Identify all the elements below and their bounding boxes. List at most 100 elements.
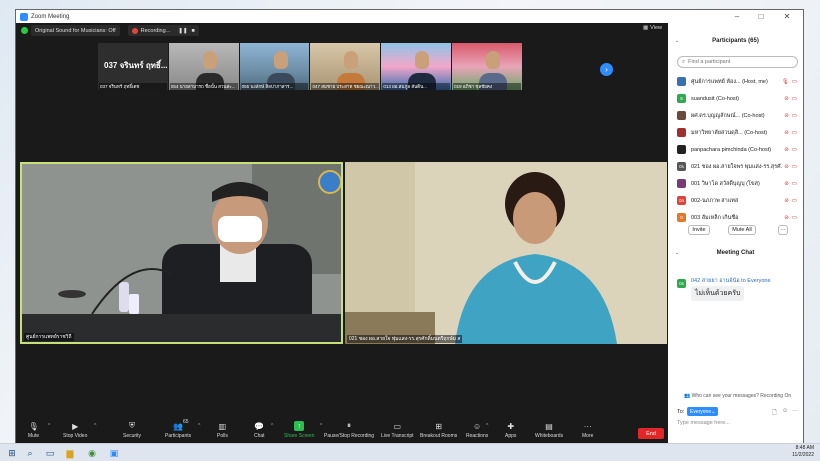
- pause-recording-icon[interactable]: ❚❚: [178, 28, 187, 34]
- participant-status-icons: ⊘ ▭: [784, 147, 797, 153]
- emoji-icon[interactable]: ☺: [782, 408, 788, 414]
- participant-row[interactable]: ผศ.ดร.บุญญลักษณ์... (Co-host) ⊘ ▭: [677, 107, 797, 124]
- mic-muted-icon: ⊘: [784, 112, 789, 119]
- participant-avatar: [677, 128, 686, 137]
- mute-all-button[interactable]: Mute All: [728, 225, 756, 235]
- camera-icon: ▭: [791, 112, 797, 119]
- participant-avatar: [677, 111, 686, 120]
- participants-icon: 👥: [173, 421, 184, 431]
- participant-avatar: S: [677, 94, 686, 103]
- apps-button[interactable]: ✚ Apps: [505, 421, 517, 440]
- file-icon[interactable]: 🗋: [772, 408, 777, 418]
- speaker-scene: [22, 164, 341, 342]
- participant-row[interactable]: 0n 002-นภภาพ สาแทส ⊘ ▭: [677, 192, 797, 209]
- chat-more-icon[interactable]: ···: [792, 408, 798, 414]
- thumbnail-video[interactable]: 037 จรินทร์ ฤทธิ์... 037 จรินทร์ ฤทธิ์เด…: [98, 43, 168, 90]
- zoom-taskbar-icon[interactable]: ▣: [108, 447, 120, 459]
- thumbnail-video[interactable]: 019 อภิชา ชุลชัยคง: [452, 43, 522, 90]
- chat-options-caret-icon[interactable]: ^: [271, 423, 273, 429]
- system-clock[interactable]: 8:48 AM 11/2/2022: [792, 445, 814, 459]
- polls-button[interactable]: ▥ Polls: [217, 421, 228, 440]
- thumbnail-name-label: 013 ผอ.สมภูล สันติน...: [382, 83, 451, 90]
- thumbnail-video[interactable]: 013 ผอ.สมภูล สันติน...: [381, 43, 452, 90]
- chat-message-input[interactable]: Type message here...: [677, 420, 730, 426]
- stop-video-button[interactable]: ▶ Stop Video: [63, 421, 88, 440]
- camera-icon: ▭: [791, 78, 797, 85]
- pause-stop-recording-button[interactable]: ⏸ Pause/Stop Recording: [324, 421, 374, 439]
- whiteboards-button[interactable]: ▤ Whiteboards: [535, 421, 563, 440]
- security-shield-icon[interactable]: [21, 27, 28, 34]
- reactions-options-caret-icon[interactable]: ^: [486, 423, 488, 429]
- zoom-logo-icon: [20, 12, 28, 21]
- participant-row[interactable]: Ssuandusit (Co-host) ⊘ ▭: [677, 90, 797, 107]
- video-options-caret-icon[interactable]: ^: [94, 423, 96, 429]
- chat-panel-title: Meeting Chat: [716, 250, 755, 256]
- participant-tile[interactable]: 021 ชอง ผอ.สายใจ พุ่มแสง-รร.สุรศักดิ์มนต…: [345, 162, 667, 344]
- participants-panel-title: Participants (65): [712, 38, 759, 44]
- participant-status-icons: ⊘ ▭: [784, 198, 797, 204]
- chat-message-text: ไม่เห็นด้วยครับ: [691, 286, 745, 301]
- participant-row[interactable]: panpachara pimchinda (Co-host) ⊘ ▭: [677, 141, 797, 158]
- camera-icon: ▭: [791, 146, 797, 153]
- participant-row[interactable]: 001 วิษาโด สวัสดิ์บุญบุ (โขส) ⊘ ▭: [677, 175, 797, 192]
- more-button[interactable]: ··· More: [582, 421, 594, 440]
- participant-name: suandusit (Co-host): [691, 95, 739, 102]
- thumbnail-video[interactable]: 054 นายสามารถ ชื่อนั้น สวนสะ...: [168, 43, 239, 90]
- who-can-see-notice[interactable]: 👥 Who can see your messages? Recording O…: [684, 393, 791, 399]
- stop-video-label: Stop Video: [63, 433, 88, 439]
- active-speaker-tile[interactable]: ศูนย์การแพทย์ราชวิถี: [20, 162, 343, 344]
- thumbnail-name-label: 047 สมชาย ประสาท ชยณะณาว...: [311, 83, 380, 90]
- search-icon[interactable]: ⌕: [24, 447, 36, 459]
- task-view-icon[interactable]: ▭: [44, 447, 56, 459]
- participant-row[interactable]: 0s 021 ชอง ผอ.สายใจพร พุ่มแสง-รร.สุรศั...…: [677, 158, 797, 175]
- thumbnail-name-label: 019 อภิชา ชุลชัยคง: [453, 83, 521, 90]
- breakout-rooms-button[interactable]: ⊞ Breakout Rooms: [420, 421, 458, 440]
- participant-face: [273, 51, 288, 69]
- recipient-dropdown[interactable]: Everyone ⌄: [687, 407, 719, 416]
- windows-start-icon[interactable]: ⊞: [6, 447, 18, 459]
- file-explorer-icon[interactable]: ▆: [64, 447, 76, 459]
- original-sound-toggle[interactable]: Original Sound for Musicians: Off: [31, 25, 120, 36]
- close-window-button[interactable]: ✕: [776, 10, 798, 23]
- find-participant-input[interactable]: ⌕ Find a participant: [677, 56, 798, 68]
- live-transcript-button[interactable]: ▭ Live Transcript: [381, 421, 414, 440]
- security-button[interactable]: ⛨ Security: [123, 421, 141, 439]
- camera-icon: ▭: [791, 163, 797, 170]
- next-page-arrow-icon[interactable]: ›: [600, 63, 613, 76]
- meeting-top-bar: Original Sound for Musicians: Off Record…: [16, 23, 668, 38]
- mute-button[interactable]: 🎙 Mute: [28, 421, 39, 440]
- security-label: Security: [123, 433, 142, 439]
- participant-avatar: 0n: [677, 196, 686, 205]
- participant-avatar: 0: [677, 213, 686, 222]
- participant-avatar: [677, 179, 686, 188]
- maximize-button[interactable]: □: [750, 10, 772, 23]
- stop-recording-icon[interactable]: ■: [191, 28, 194, 34]
- apps-label: Apps: [505, 433, 517, 439]
- reactions-label: Reactions: [466, 433, 489, 439]
- breakout-rooms-label: Breakout Rooms: [420, 433, 458, 439]
- more-options-button[interactable]: ···: [778, 225, 788, 235]
- participants-options-caret-icon[interactable]: ^: [198, 423, 200, 429]
- invite-button[interactable]: Invite: [688, 225, 710, 235]
- end-meeting-button[interactable]: End: [638, 428, 664, 439]
- audio-options-caret-icon[interactable]: ^: [48, 423, 50, 429]
- minimize-button[interactable]: –: [726, 10, 748, 23]
- chat-bubble-icon: 💬: [254, 421, 265, 431]
- participant-row[interactable]: ศูนย์การแพทย์ ห้อง... (Host, me) 🎙 ▭: [677, 73, 797, 90]
- chat-button[interactable]: 💬 Chat: [254, 421, 265, 440]
- participant-row[interactable]: มหาวิทยาลัยสวนดุสิ... (Co-host) ⊘ ▭: [677, 124, 797, 141]
- chevron-down-icon: ⌄: [711, 408, 716, 415]
- participant-face: [486, 51, 501, 69]
- chat-sender: 042 สายยา อานจ้น้อ to Everyone: [691, 278, 771, 284]
- camera-icon: ▭: [791, 214, 797, 221]
- mic-muted-icon: ⊘: [784, 146, 789, 153]
- browser-icon[interactable]: ◉: [86, 447, 98, 459]
- reactions-button[interactable]: ☺ Reactions: [466, 421, 489, 440]
- share-screen-button[interactable]: ↑ Share Screen: [284, 421, 315, 439]
- share-options-caret-icon[interactable]: ^: [320, 423, 322, 429]
- view-button[interactable]: ▦ View: [643, 25, 662, 31]
- participant-row[interactable]: 0 003 ส้มเหล็ก เกิ่นชื่อ ⊘ ▭: [677, 209, 797, 226]
- more-label: More: [582, 433, 594, 439]
- thumbnail-video[interactable]: 055 นงลักษ์ สิลปาภาสาร...: [239, 43, 310, 90]
- thumbnail-video[interactable]: 047 สมชาย ประสาท ชยณะณาว...: [310, 43, 381, 90]
